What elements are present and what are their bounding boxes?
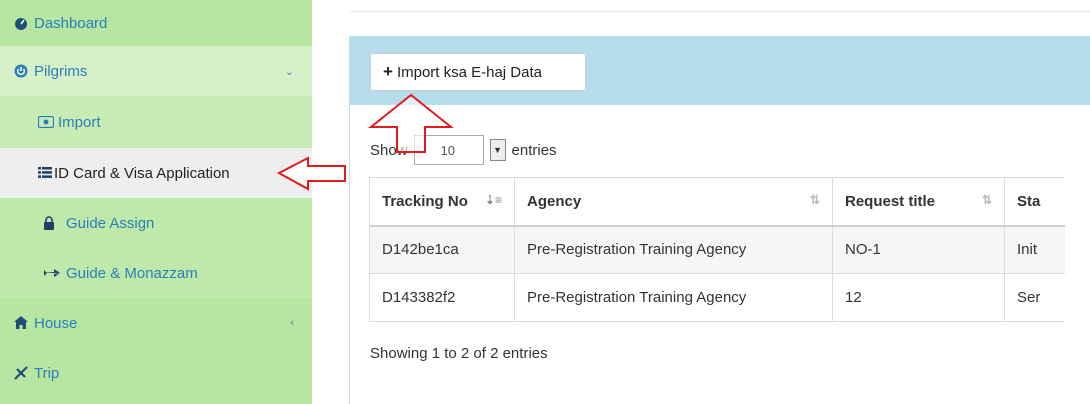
- column-header-status[interactable]: Sta: [1004, 177, 1065, 227]
- column-header-label: Sta: [1017, 192, 1041, 210]
- sidebar-item-label: Import: [58, 113, 101, 131]
- home-icon: [14, 316, 28, 330]
- sidebar-item-label: Trip: [34, 364, 60, 382]
- import-button-label: Import ksa E-haj Data: [396, 63, 542, 81]
- sidebar-item-pilgrims[interactable]: Pilgrims ⌄: [0, 46, 312, 96]
- sidebar-item-import[interactable]: Import: [0, 96, 312, 148]
- sidebar-item-label: House: [34, 314, 78, 332]
- cell-status: Ser: [1004, 273, 1065, 322]
- header-divider: [350, 11, 1090, 12]
- sort-asc-icon: ⇣≡: [484, 192, 502, 207]
- column-header-label: Request title: [845, 192, 936, 210]
- table-row[interactable]: D143382f2 Pre-Registration Training Agen…: [369, 273, 1065, 322]
- show-label: Show: [370, 141, 408, 159]
- dropdown-arrow-icon[interactable]: ▼: [489, 139, 506, 161]
- sidebar-item-label: Dashboard: [34, 14, 108, 32]
- sidebar-item-guide-assign[interactable]: Guide Assign: [0, 198, 312, 248]
- import-icon: [37, 115, 55, 129]
- sidebar: Dashboard Pilgrims ⌄ Import ID Card & Vi…: [0, 0, 312, 404]
- table-header-row: Tracking No ⇣≡ Agency ⇅ Request title ⇅ …: [369, 177, 1065, 227]
- sidebar-item-trip[interactable]: Trip: [0, 348, 312, 398]
- table-info: Showing 1 to 2 of 2 entries: [370, 345, 548, 362]
- list-icon: [38, 166, 52, 180]
- column-header-label: Agency: [527, 192, 582, 210]
- cell-tracking-no: D142be1ca: [369, 225, 515, 274]
- sidebar-item-dashboard[interactable]: Dashboard: [0, 0, 312, 46]
- sidebar-item-label: ID Card & Visa Application: [54, 164, 230, 182]
- sidebar-item-label: Guide & Monazzam: [66, 264, 198, 282]
- sidebar-item-label: Pilgrims: [34, 62, 88, 80]
- app-root: Dashboard Pilgrims ⌄ Import ID Card & Vi…: [0, 0, 1090, 404]
- panel-header: + Import ksa E-haj Data: [350, 37, 1090, 105]
- entries-label: entries: [511, 141, 557, 159]
- trip-icon: [14, 366, 28, 380]
- cell-tracking-no: D143382f2: [369, 273, 515, 322]
- column-header-agency[interactable]: Agency ⇅: [514, 177, 833, 227]
- sidebar-item-label: Guide Assign: [66, 214, 155, 232]
- chevron-left-icon: ‹: [290, 317, 294, 329]
- import-ehaj-button[interactable]: + Import ksa E-haj Data: [370, 53, 586, 91]
- power-icon: [14, 64, 28, 78]
- sidebar-item-guide-monazzam[interactable]: Guide & Monazzam: [0, 248, 312, 298]
- table-row[interactable]: D142be1ca Pre-Registration Training Agen…: [369, 225, 1065, 274]
- entries-select[interactable]: 10: [413, 135, 484, 165]
- cell-request-title: NO-1: [832, 225, 1005, 274]
- sort-icon: ⇅: [809, 192, 820, 207]
- cell-agency: Pre-Registration Training Agency: [514, 225, 833, 274]
- sidebar-item-id-card-visa[interactable]: ID Card & Visa Application: [0, 148, 312, 198]
- sidebar-item-house[interactable]: House ‹: [0, 298, 312, 348]
- main-panel: + Import ksa E-haj Data Show 10 ▼ entrie…: [349, 36, 1090, 404]
- entries-length-control: Show 10 ▼ entries: [370, 133, 557, 167]
- column-header-tracking-no[interactable]: Tracking No ⇣≡: [369, 177, 515, 227]
- column-header-label: Tracking No: [382, 192, 468, 210]
- chevron-down-icon: ⌄: [284, 65, 294, 78]
- plus-icon: +: [383, 62, 393, 81]
- column-header-request-title[interactable]: Request title ⇅: [832, 177, 1005, 227]
- cell-agency: Pre-Registration Training Agency: [514, 273, 833, 322]
- user-lock-icon: [42, 216, 56, 230]
- cell-status: Init: [1004, 225, 1065, 274]
- cell-request-title: 12: [832, 273, 1005, 322]
- entries-select-value: 10: [440, 143, 455, 158]
- plane-icon: [42, 266, 60, 280]
- dashboard-icon: [14, 16, 28, 30]
- requests-table: Tracking No ⇣≡ Agency ⇅ Request title ⇅ …: [369, 177, 1065, 322]
- sort-icon: ⇅: [981, 192, 992, 207]
